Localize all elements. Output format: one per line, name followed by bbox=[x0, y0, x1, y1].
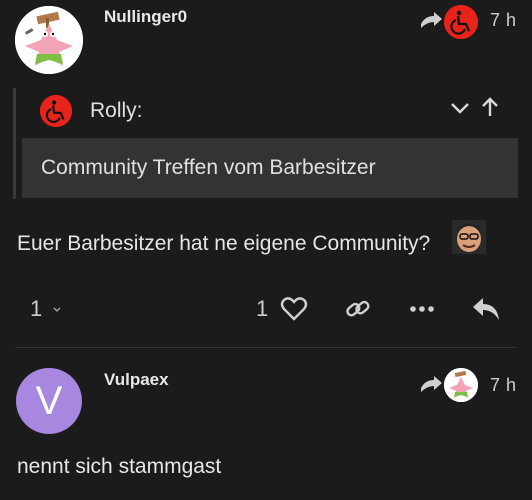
replies-count[interactable]: 1 bbox=[30, 296, 42, 322]
reply-to-avatar[interactable] bbox=[444, 368, 478, 402]
post-divider bbox=[15, 347, 517, 348]
post-time[interactable]: 7 h bbox=[490, 375, 517, 396]
reply-to-arrow-icon[interactable] bbox=[419, 376, 443, 401]
arrow-up-icon[interactable] bbox=[480, 96, 500, 123]
more-options-icon[interactable] bbox=[408, 298, 436, 325]
user-avatar[interactable] bbox=[15, 6, 83, 74]
chevron-down-small-icon[interactable] bbox=[52, 302, 62, 320]
quote-border bbox=[13, 88, 16, 199]
reply-to-avatar[interactable] bbox=[444, 5, 478, 39]
post-text: Euer Barbesitzer hat ne eigene Community… bbox=[17, 232, 431, 255]
heart-icon[interactable] bbox=[280, 296, 308, 327]
patrick-star-icon bbox=[444, 368, 478, 402]
likes-count[interactable]: 1 bbox=[256, 296, 268, 322]
emoji-face-icon bbox=[452, 220, 486, 254]
wheelchair-icon bbox=[40, 95, 72, 127]
user-avatar[interactable]: V bbox=[16, 368, 82, 434]
patrick-star-icon bbox=[15, 6, 83, 74]
reply-icon[interactable] bbox=[471, 296, 501, 327]
quote-username: Rolly: bbox=[90, 99, 143, 122]
reply-to-arrow-icon[interactable] bbox=[419, 12, 443, 37]
post-username[interactable]: Vulpaex bbox=[104, 370, 169, 390]
wheelchair-icon bbox=[444, 5, 478, 39]
post-username[interactable]: Nullinger0 bbox=[104, 7, 187, 27]
quote-avatar[interactable] bbox=[40, 95, 72, 127]
chevron-down-icon[interactable] bbox=[450, 98, 470, 123]
quote-topic-link[interactable]: Community Treffen vom Barbesitzer bbox=[41, 156, 376, 180]
post-text: nennt sich stammgast bbox=[17, 455, 222, 478]
link-icon[interactable] bbox=[344, 296, 372, 327]
post-time[interactable]: 7 h bbox=[490, 10, 517, 31]
